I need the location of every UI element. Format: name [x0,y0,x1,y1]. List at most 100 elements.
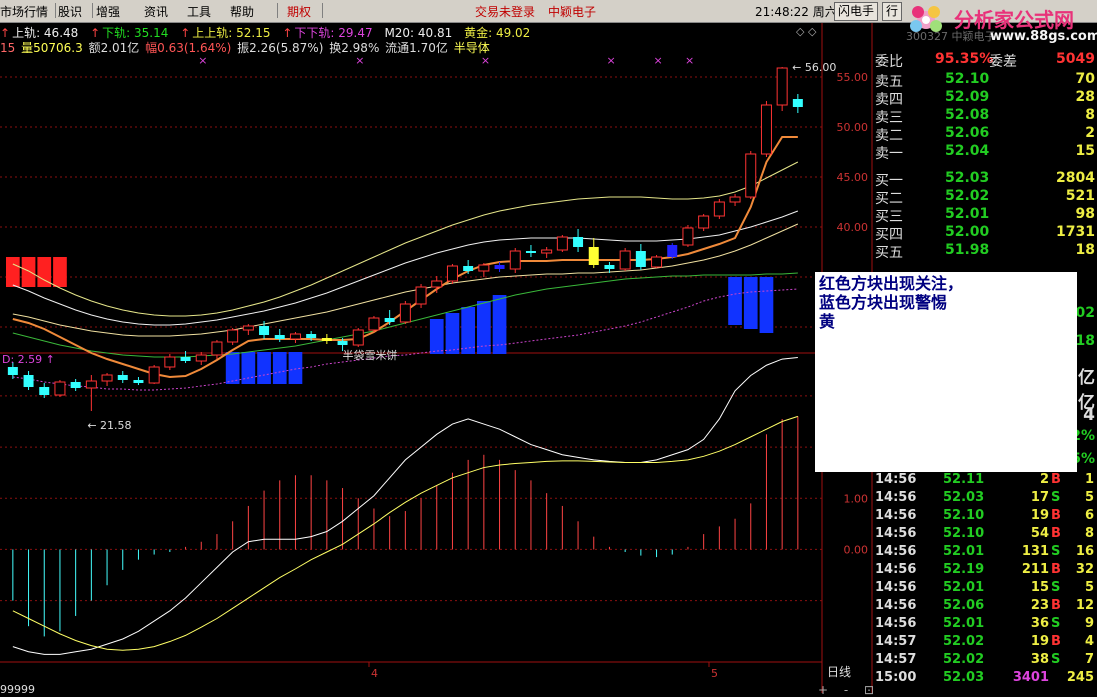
stat-value: 18 [1075,333,1095,349]
tick-row: 14:56 52.10 19 B 6 [873,508,1097,526]
tick-count: 12 [1075,598,1094,613]
tick-time: 14:57 [875,652,917,667]
weibi-label: 委比 [875,54,903,70]
bid-volume: 98 [1075,206,1095,222]
ask-volume: 70 [1075,71,1095,87]
tick-direction: S [1051,490,1061,505]
ask-label: 卖一 [875,146,903,162]
bid-price: 52.00 [945,224,990,240]
turnover-value: 换2.98% [329,41,380,55]
ask-row: 卖五 52.10 70 [873,71,1097,90]
menu-options[interactable]: 期权 [287,3,311,20]
period-label[interactable]: 日线 [827,663,851,680]
upper-upper-value: 上上轨: 52.15 [192,26,271,40]
stats-prefix: 15 [0,41,16,55]
weicha-label: 委差 [989,54,1017,70]
ask-label: 卖三 [875,110,903,126]
logo-url[interactable]: www.88gs.com [990,29,1097,44]
bid-volume: 18 [1075,242,1095,258]
tick-price: 52.10 [943,526,985,541]
ask-volume: 8 [1085,107,1095,123]
tick-count: 1 [1084,472,1094,487]
tick-time: 14:56 [875,490,917,505]
signal-marker: × [685,54,694,67]
tick-row: 14:56 52.06 23 B 12 [873,598,1097,616]
bottom-code: 99999 [0,683,35,696]
volume-value: 量50706.3 [21,41,83,55]
bid-label: 买一 [875,173,903,189]
menu-market[interactable]: 市场行情 [0,3,48,20]
candle-body [85,380,97,389]
bid-label: 买五 [875,245,903,261]
bid-price: 51.98 [945,242,990,258]
up-arrow-icon: ↑ [180,26,191,40]
blue-signal-block [225,352,240,384]
bid-row: 买一 52.03 2804 [873,170,1097,189]
menu-tools[interactable]: 工具 [187,3,211,20]
note-line-2: 蓝色方块出现警惕 [819,293,948,312]
trade-button[interactable]: 行 [882,2,903,21]
logo-watermark: 300327 中颖电子 [906,30,996,43]
tick-price: 52.19 [943,562,985,577]
ask-volume: 28 [1075,89,1095,105]
tick-count: 5 [1084,490,1094,505]
menu-help[interactable]: 帮助 [230,3,254,20]
candle-body [227,329,239,343]
candle-body [337,341,348,345]
stats-line: 15 量50706.3 额2.01亿 幅0.63(1.64%) 振2.26(5.… [0,39,498,55]
candle-body [494,265,505,269]
tick-price: 52.10 [943,508,985,523]
red-signal-block [21,257,36,287]
tick-direction: S [1051,652,1061,667]
tick-direction: S [1051,616,1061,631]
bid-price: 52.02 [945,188,990,204]
ask-price: 52.08 [945,107,990,123]
zoom-controls[interactable]: + - ⊡ [818,683,880,697]
login-status[interactable]: 交易未登录 [475,3,535,20]
tick-count: 8 [1084,526,1094,541]
candles [7,67,803,411]
signal-marker: × [654,54,663,67]
tick-time: 14:56 [875,580,917,595]
candle-body [133,380,144,383]
candle-body [180,357,191,361]
menu-stocks[interactable]: 股识 [58,3,82,20]
candle-body [525,251,536,253]
ask-row: 卖三 52.08 8 [873,107,1097,126]
candle-body [541,249,553,254]
note-box: 红色方块出现关注， 蓝色方块出现警惕 黄 [815,272,1077,472]
tick-direction: S [1051,544,1061,559]
tick-direction: B [1051,472,1061,487]
tick-volume: 211 [1021,562,1049,577]
candle-body [23,375,34,387]
candle-body [431,280,443,288]
upper-band-value: 上轨: 46.48 [12,26,79,40]
bid-row: 买五 51.98 18 [873,242,1097,261]
diamond-icon[interactable]: ◇ ◇ [796,25,816,38]
menu-news[interactable]: 资讯 [144,3,168,20]
menu-enhance[interactable]: 增强 [96,3,120,20]
candle-body [7,367,18,375]
flash-trade-button[interactable]: 闪电手 [834,2,879,21]
weicha-value: 5049 [1056,51,1095,67]
candle-body [368,317,380,331]
ask-price: 52.06 [945,125,990,141]
tick-time: 15:00 [875,670,917,685]
bid-row: 买二 52.02 521 [873,188,1097,207]
tick-direction: B [1051,508,1061,523]
stat-value: 02 [1075,305,1095,321]
candle-body [54,381,66,396]
candle-body [760,104,772,155]
tick-row: 14:56 52.01 15 S 5 [873,580,1097,598]
signal-marker: × [198,54,207,67]
tick-time: 14:56 [875,544,917,559]
tick-price: 52.06 [943,598,985,613]
candle-body [682,227,694,246]
low-price-label: ← 21.58 [87,419,131,432]
candle-body [588,247,599,265]
signal-marker: × [355,54,364,67]
tick-direction: B [1051,598,1061,613]
tick-volume: 15 [1030,580,1049,595]
weibi-row: 委比 95.35% 委差 5049 [873,51,1097,70]
candle-body [745,153,757,198]
